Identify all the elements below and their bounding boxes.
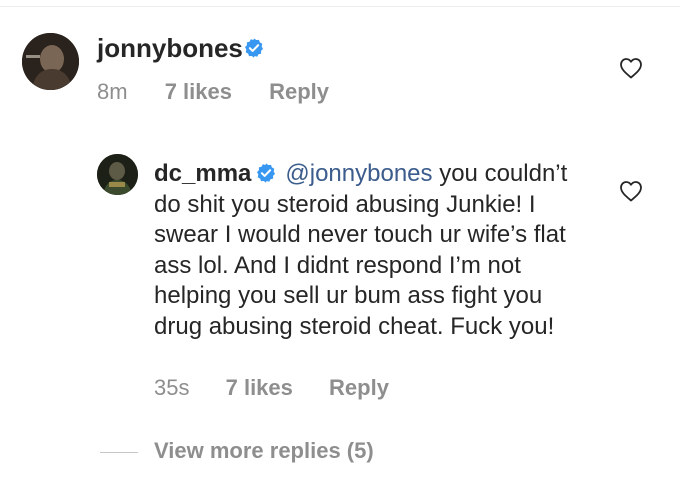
reply-timestamp: 35s (154, 375, 190, 400)
heart-outline-icon[interactable] (619, 57, 643, 79)
view-more-replies-button[interactable]: View more replies (5) (154, 438, 374, 464)
heart-outline-icon[interactable] (619, 180, 643, 202)
view-more-divider (100, 452, 138, 453)
reply-body: dc_mma @jonnybones you couldn’t do shit … (154, 159, 574, 342)
verified-badge-icon (243, 37, 265, 59)
comment-timestamp: 8m (97, 79, 128, 104)
comment-username[interactable]: jonnybones (97, 33, 243, 64)
top-divider (0, 6, 680, 7)
reply-meta: 35s 7 likes Reply (154, 375, 389, 401)
comment-reply-button[interactable]: Reply (269, 79, 329, 105)
reply-mention-link[interactable]: @jonnybones (285, 160, 432, 187)
reply-username[interactable]: dc_mma (154, 160, 251, 187)
verified-badge-icon (255, 162, 277, 184)
comment-likes[interactable]: 7 likes (165, 79, 232, 105)
reply-likes[interactable]: 7 likes (226, 375, 293, 401)
avatar-jonnybones[interactable] (22, 33, 79, 90)
avatar-dc-mma[interactable] (97, 154, 138, 195)
comment-meta: 8m 7 likes Reply (97, 79, 329, 105)
reply-reply-button[interactable]: Reply (329, 375, 389, 401)
